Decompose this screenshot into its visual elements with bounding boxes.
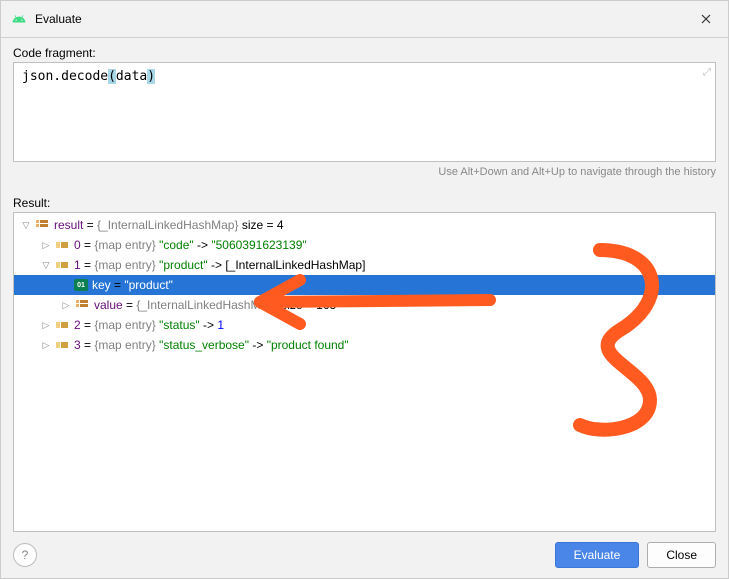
entry-value: "5060391623139" xyxy=(211,238,306,252)
entry-value: "product found" xyxy=(267,338,349,352)
close-icon[interactable] xyxy=(694,7,718,31)
entry-index: 0 xyxy=(74,238,81,252)
var-size: size = 4 xyxy=(242,218,284,232)
android-icon xyxy=(11,11,27,27)
map-entry-icon xyxy=(54,257,70,273)
entry-index: 2 xyxy=(74,318,81,332)
result-label: Result: xyxy=(1,188,728,212)
child-value-size: size = 163 xyxy=(281,298,336,312)
titlebar: Evaluate xyxy=(1,1,728,38)
close-button[interactable]: Close xyxy=(647,542,716,568)
chevron-right-icon[interactable]: ▷ xyxy=(58,300,74,311)
map-entry-icon xyxy=(54,317,70,333)
child-key-value: "product" xyxy=(124,278,173,292)
history-hint: Use Alt+Down and Alt+Up to navigate thro… xyxy=(1,162,728,188)
entry-index: 1 xyxy=(74,258,81,272)
entry-value: 1 xyxy=(217,318,224,332)
entry-index: 3 xyxy=(74,338,81,352)
var-name: result xyxy=(54,218,83,232)
chevron-right-icon[interactable]: ▷ xyxy=(38,240,54,251)
tree-row-key-selected[interactable]: 01 key = "product" xyxy=(14,275,715,295)
evaluate-dialog: Evaluate Code fragment: json.decode(data… xyxy=(0,0,729,579)
result-tree[interactable]: ▽ result = {_InternalLinkedHashMap} size… xyxy=(13,212,716,532)
map-entry-icon xyxy=(54,237,70,253)
var-type: {_InternalLinkedHashMap} xyxy=(97,218,238,232)
entry-arrow: -> xyxy=(211,258,222,272)
chevron-down-icon[interactable]: ▽ xyxy=(38,260,54,271)
entry-arrow: -> xyxy=(197,238,208,252)
entry-tag: {map entry} xyxy=(94,318,155,332)
entry-arrow: -> xyxy=(203,318,214,332)
expand-icon[interactable]: ⤢ xyxy=(703,67,711,78)
code-token: json.decode xyxy=(22,69,108,84)
entry-tag: {map entry} xyxy=(94,258,155,272)
entry-key: "status" xyxy=(159,318,200,332)
dialog-title: Evaluate xyxy=(35,12,694,26)
entry-tag: {map entry} xyxy=(94,338,155,352)
tree-row-entry[interactable]: ▷ 2 = {map entry} "status" -> 1 xyxy=(14,315,715,335)
tree-row-entry[interactable]: ▷ 0 = {map entry} "code" -> "50603916231… xyxy=(14,235,715,255)
tree-row-entry[interactable]: ▽ 1 = {map entry} "product" -> [_Interna… xyxy=(14,255,715,275)
child-key-name: key xyxy=(92,278,111,292)
evaluate-button[interactable]: Evaluate xyxy=(555,542,640,568)
map-icon xyxy=(74,297,90,313)
code-token-arg: data xyxy=(116,69,147,84)
child-value-name: value xyxy=(94,298,123,312)
entry-key: "product" xyxy=(159,258,208,272)
chevron-down-icon[interactable]: ▽ xyxy=(18,220,34,231)
help-button[interactable]: ? xyxy=(13,543,37,567)
entry-key: "code" xyxy=(159,238,194,252)
tree-row-entry[interactable]: ▷ 3 = {map entry} "status_verbose" -> "p… xyxy=(14,335,715,355)
map-icon xyxy=(34,217,50,233)
entry-key: "status_verbose" xyxy=(159,338,249,352)
chevron-right-icon[interactable]: ▷ xyxy=(38,320,54,331)
tree-row-value[interactable]: ▷ value = {_InternalLinkedHashMap} size … xyxy=(14,295,715,315)
code-token-open: ( xyxy=(108,69,116,84)
child-value-type: {_InternalLinkedHashMap} xyxy=(136,298,277,312)
map-entry-icon xyxy=(54,337,70,353)
string-icon: 01 xyxy=(74,279,88,291)
chevron-right-icon[interactable]: ▷ xyxy=(38,340,54,351)
entry-value: [_InternalLinkedHashMap] xyxy=(225,258,365,272)
entry-tag: {map entry} xyxy=(94,238,155,252)
button-bar: ? Evaluate Close xyxy=(1,532,728,578)
entry-arrow: -> xyxy=(252,338,263,352)
code-fragment-input[interactable]: json.decode(data) ⤢ xyxy=(13,62,716,162)
code-fragment-label: Code fragment: xyxy=(1,38,728,62)
code-token-close: ) xyxy=(147,69,155,84)
tree-row-root[interactable]: ▽ result = {_InternalLinkedHashMap} size… xyxy=(14,215,715,235)
